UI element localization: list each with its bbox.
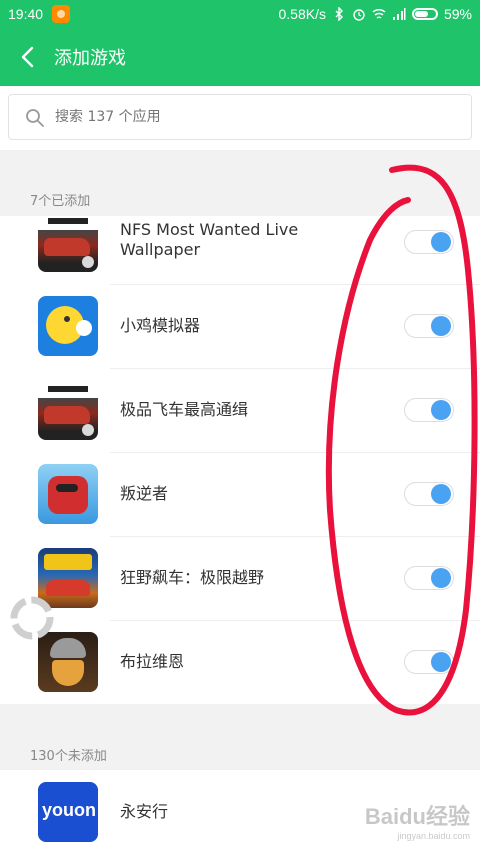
added-app-list: NFS Most Wanted Live Wallpaper 小鸡模拟器 极品飞…: [0, 216, 480, 704]
enable-toggle[interactable]: [404, 398, 454, 422]
list-item[interactable]: 布拉维恩: [0, 620, 480, 704]
page-title: 添加游戏: [54, 48, 126, 69]
search-input[interactable]: [55, 103, 455, 131]
search-area: [0, 86, 480, 150]
enable-toggle[interactable]: [404, 482, 454, 506]
wifi-icon: [372, 8, 386, 19]
status-time: 19:40: [8, 6, 44, 22]
battery-percent: 59%: [443, 6, 472, 22]
added-section-label: 7个已添加: [30, 194, 91, 209]
battery-icon: [411, 8, 438, 20]
app-name: 布拉维恩: [120, 652, 185, 671]
alarm-icon: [353, 9, 365, 21]
status-bar: 19:40 0.58K/s 59%: [0, 0, 480, 28]
chick-emulator-icon: [38, 296, 98, 356]
not-added-section-label: 130个未添加: [30, 749, 107, 764]
enable-toggle[interactable]: [404, 230, 454, 254]
search-icon: [26, 109, 44, 127]
chevron-left-icon: [21, 46, 34, 68]
youon-icon: youon: [38, 782, 98, 842]
app-name: 叛逆者: [120, 484, 169, 503]
app-name: 极品飞车最高通缉: [120, 400, 249, 419]
back-button[interactable]: [16, 43, 40, 71]
rebel-icon: [38, 464, 98, 524]
list-item[interactable]: NFS Most Wanted Live Wallpaper: [0, 216, 480, 284]
app-bar: 添加游戏: [0, 28, 480, 86]
nfs-icon: [38, 216, 98, 272]
search-box[interactable]: [8, 94, 472, 140]
list-item[interactable]: 狂野飙车：极限越野: [0, 536, 480, 620]
app-name: 小鸡模拟器: [120, 316, 201, 335]
bluetooth-icon: [335, 7, 343, 21]
enable-toggle[interactable]: [404, 314, 454, 338]
list-item[interactable]: 极品飞车最高通缉: [0, 368, 480, 452]
list-item[interactable]: 叛逆者: [0, 452, 480, 536]
app-name: 狂野飙车：极限越野: [120, 568, 265, 587]
notification-app-icon: [52, 5, 70, 23]
enable-toggle[interactable]: [404, 566, 454, 590]
status-indicators: 0.58K/s 59%: [278, 6, 472, 22]
watermark: Baidu经验 jingyan.baidu.com: [364, 804, 470, 841]
list-item[interactable]: 小鸡模拟器: [0, 284, 480, 368]
app-name: 永安行: [120, 802, 169, 821]
app-name: NFS Most Wanted Live Wallpaper: [120, 220, 299, 259]
enable-toggle[interactable]: [404, 650, 454, 674]
nfs-icon: [38, 380, 98, 440]
loading-spinner-icon: [10, 596, 54, 640]
network-speed: 0.58K/s: [278, 6, 326, 22]
signal-icon: [392, 8, 406, 20]
